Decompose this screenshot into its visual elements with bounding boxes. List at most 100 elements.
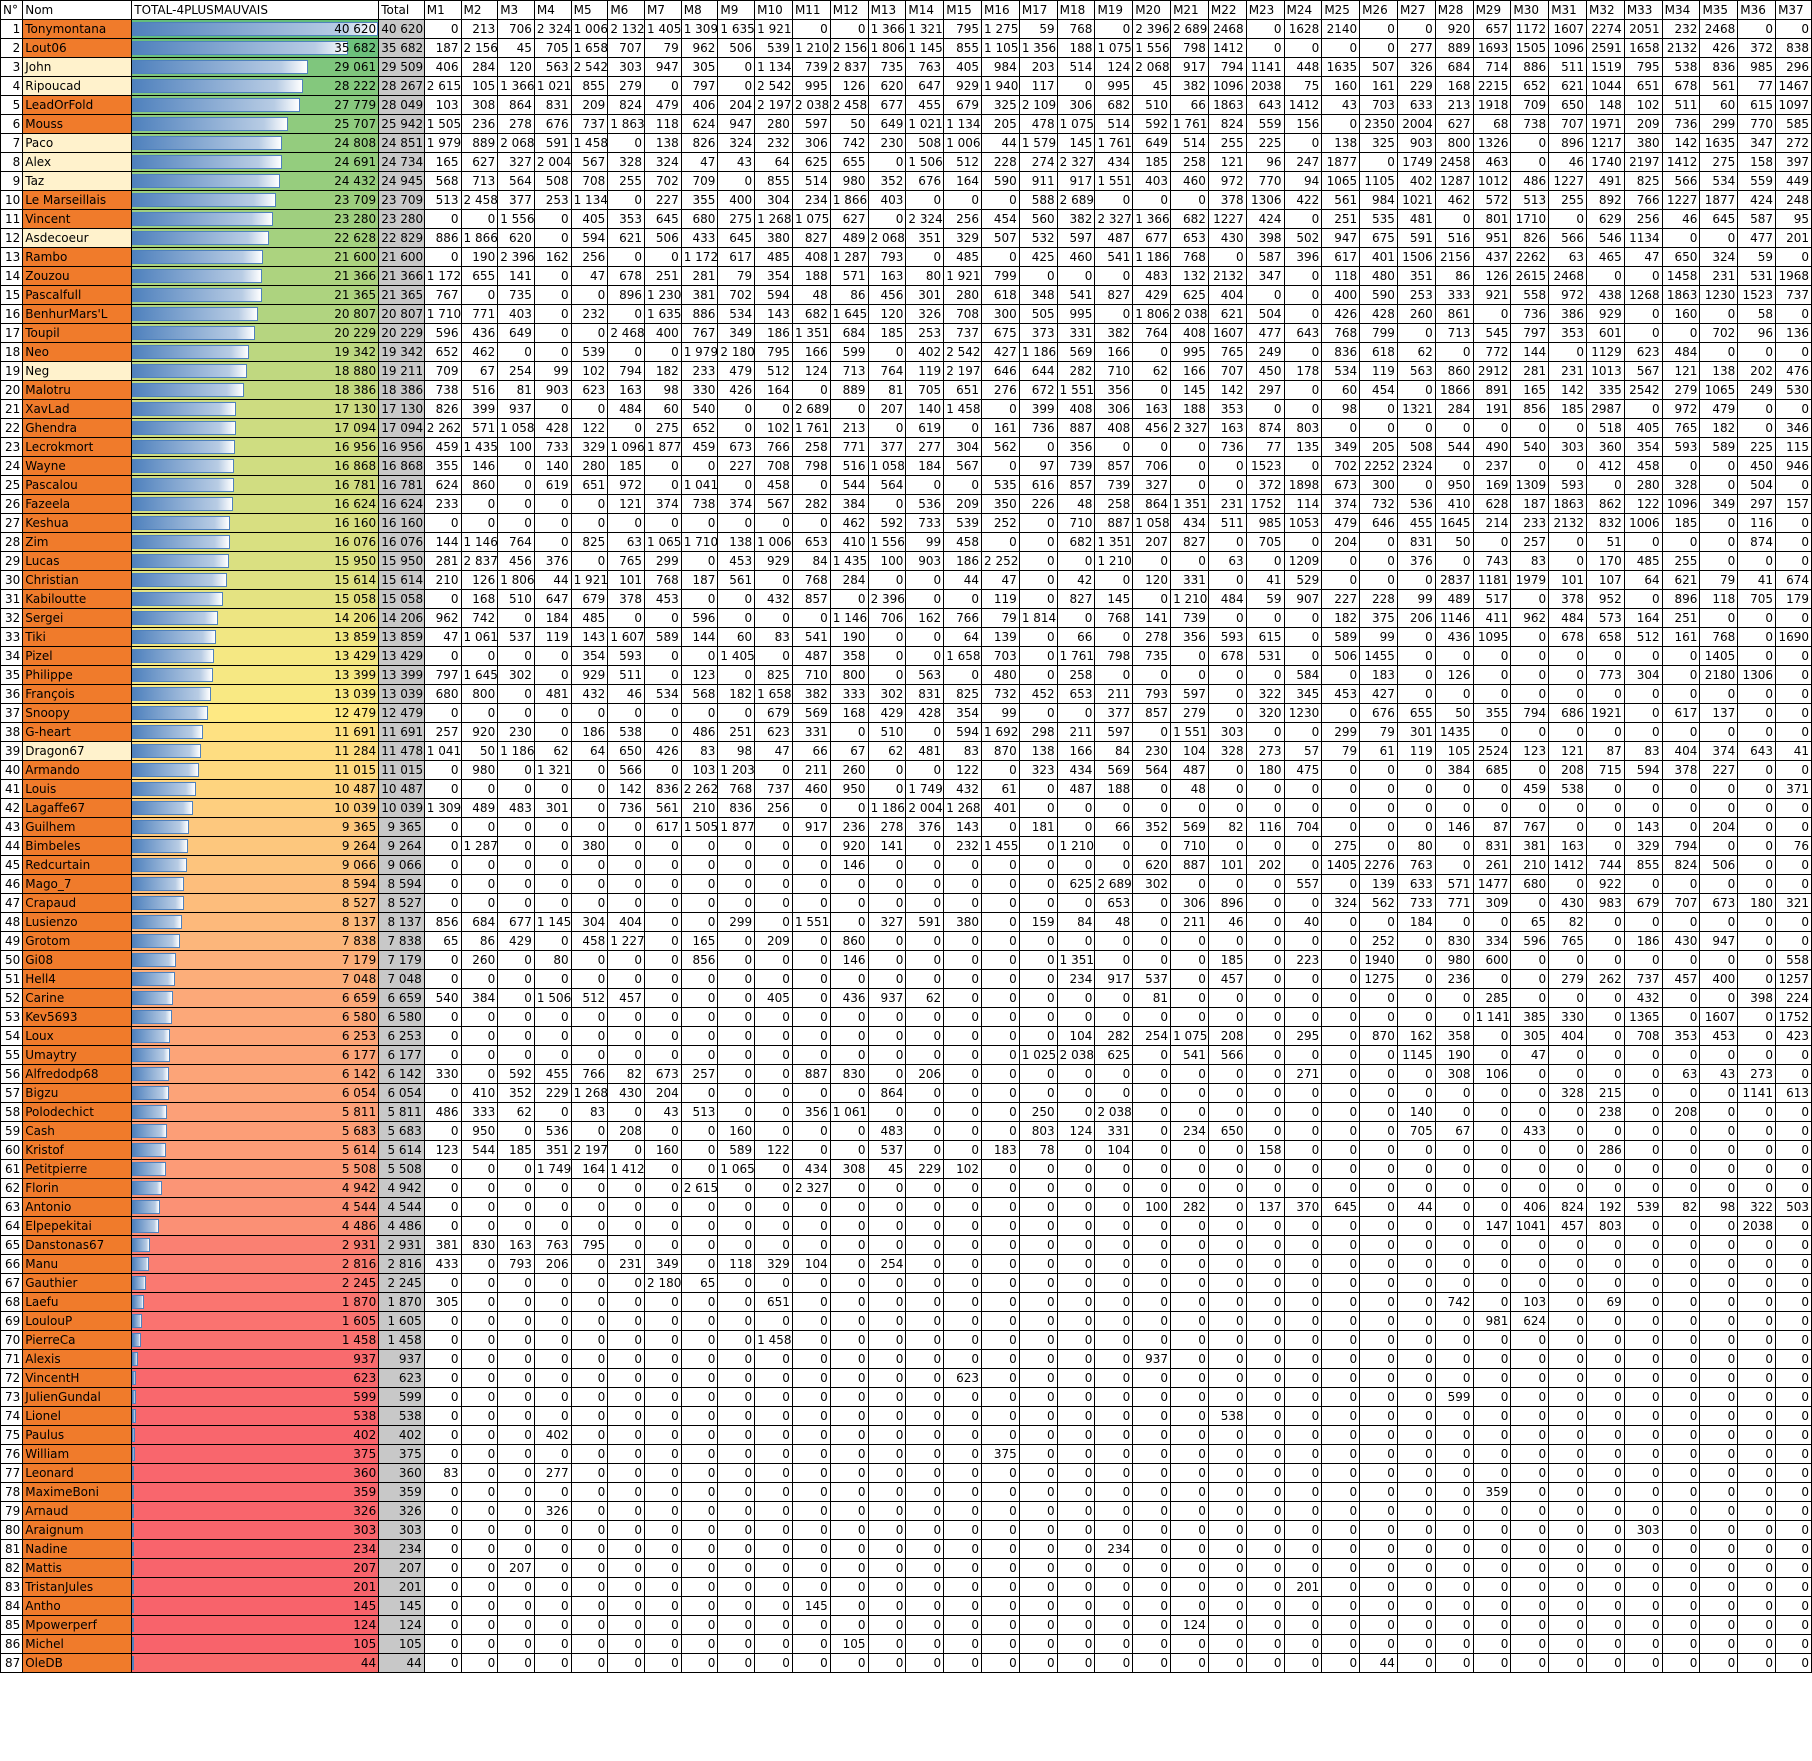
- match-score-cell-m13[interactable]: 141: [867, 836, 907, 856]
- match-score-cell-m28[interactable]: 0: [1434, 1216, 1474, 1236]
- match-score-cell-m35[interactable]: 231: [1699, 266, 1739, 286]
- table-row[interactable]: 2 Lout06 35 682 35 682 187 2 156 45 705 1 658 707…: [0, 38, 1812, 58]
- match-score-cell-m23[interactable]: 398: [1245, 228, 1285, 248]
- match-score-cell-m34[interactable]: 794: [1661, 836, 1701, 856]
- match-score-cell-m22[interactable]: 142: [1207, 380, 1247, 400]
- best-total-cell[interactable]: 10 039: [131, 798, 380, 818]
- match-score-cell-m7[interactable]: 400: [644, 323, 682, 343]
- match-score-cell-m33[interactable]: 0: [1623, 1368, 1663, 1388]
- match-score-cell-m25[interactable]: 0: [1321, 798, 1361, 818]
- match-score-cell-m35[interactable]: 0: [1699, 1463, 1739, 1483]
- match-score-cell-m15[interactable]: 485: [943, 247, 982, 267]
- match-score-cell-m2[interactable]: 0: [460, 1482, 499, 1502]
- match-score-cell-m6[interactable]: 0: [607, 1311, 646, 1331]
- match-score-cell-m9[interactable]: 561: [717, 570, 756, 590]
- match-score-cell-m37[interactable]: 0: [1775, 1349, 1812, 1369]
- table-row[interactable]: 23 Lecrokmort 16 956 16 956 459 1 435 100 733 32…: [0, 437, 1812, 457]
- match-score-cell-m8[interactable]: 0: [680, 1539, 719, 1559]
- match-score-cell-m28[interactable]: 0: [1434, 1425, 1474, 1445]
- match-score-cell-m10[interactable]: 458: [754, 475, 793, 495]
- match-score-cell-m1[interactable]: 1 041: [423, 741, 462, 761]
- match-score-cell-m15[interactable]: 405: [943, 57, 982, 77]
- best-total-cell[interactable]: 13 039: [131, 684, 380, 704]
- best-total-cell[interactable]: 13 429: [131, 646, 380, 666]
- rank-cell[interactable]: 61: [0, 1159, 24, 1179]
- match-score-cell-m3[interactable]: 0: [497, 760, 535, 780]
- total-cell[interactable]: 17 094: [378, 418, 425, 438]
- match-score-cell-m31[interactable]: 386: [1548, 304, 1587, 324]
- match-score-cell-m1[interactable]: 0: [423, 1558, 462, 1578]
- match-score-cell-m16[interactable]: 0: [981, 1463, 1020, 1483]
- match-score-cell-m16[interactable]: 0: [981, 1045, 1020, 1065]
- match-score-cell-m2[interactable]: 0: [460, 1064, 499, 1084]
- match-score-cell-m16[interactable]: 183: [981, 1140, 1020, 1160]
- match-score-cell-m29[interactable]: 0: [1472, 1045, 1512, 1065]
- match-score-cell-m1[interactable]: 83: [423, 1463, 462, 1483]
- match-score-cell-m1[interactable]: 624: [423, 475, 462, 495]
- match-score-cell-m9[interactable]: 0: [717, 931, 756, 951]
- match-score-cell-m2[interactable]: 980: [460, 760, 499, 780]
- match-score-cell-m10[interactable]: 0: [754, 1387, 793, 1407]
- match-score-cell-m27[interactable]: 0: [1396, 779, 1436, 799]
- match-score-cell-m32[interactable]: 0: [1586, 1007, 1625, 1027]
- total-cell[interactable]: 326: [378, 1501, 425, 1521]
- match-score-cell-m6[interactable]: 0: [607, 1406, 646, 1426]
- match-score-cell-m6[interactable]: 0: [607, 1634, 646, 1654]
- best-total-cell[interactable]: 2 245: [131, 1273, 380, 1293]
- match-score-cell-m19[interactable]: 0: [1094, 190, 1134, 210]
- match-score-cell-m2[interactable]: 190: [460, 247, 499, 267]
- match-score-cell-m34[interactable]: 736: [1661, 114, 1701, 134]
- match-score-cell-m3[interactable]: 0: [497, 1330, 535, 1350]
- match-score-cell-m29[interactable]: 0: [1472, 969, 1512, 989]
- match-score-cell-m37[interactable]: 423: [1775, 1026, 1812, 1046]
- match-score-cell-m8[interactable]: 0: [680, 893, 719, 913]
- match-score-cell-m3[interactable]: 864: [497, 95, 535, 115]
- match-score-cell-m33[interactable]: 0: [1623, 1254, 1663, 1274]
- match-score-cell-m13[interactable]: 483: [867, 1121, 907, 1141]
- player-name-cell[interactable]: Antonio: [22, 1197, 133, 1217]
- match-score-cell-m1[interactable]: 0: [423, 1634, 462, 1654]
- match-score-cell-m33[interactable]: 0: [1623, 1140, 1663, 1160]
- match-score-cell-m34[interactable]: 678: [1661, 76, 1701, 96]
- match-score-cell-m9[interactable]: 0: [717, 1444, 756, 1464]
- match-score-cell-m4[interactable]: 0: [533, 1596, 572, 1616]
- player-name-cell[interactable]: Guilhem: [22, 817, 133, 837]
- player-name-cell[interactable]: Pascalou: [22, 475, 133, 495]
- match-score-cell-m3[interactable]: 207: [497, 1558, 535, 1578]
- match-score-cell-m35[interactable]: 137: [1699, 703, 1739, 723]
- match-score-cell-m17[interactable]: 2 109: [1018, 95, 1058, 115]
- match-score-cell-m2[interactable]: 462: [460, 342, 499, 362]
- table-row[interactable]: 42 Lagaffe67 10 039 10 039 1 309 489 483 301 0 73…: [0, 798, 1812, 818]
- match-score-cell-m5[interactable]: 0: [570, 1026, 609, 1046]
- match-score-cell-m31[interactable]: 0: [1548, 1520, 1587, 1540]
- match-score-cell-m37[interactable]: 0: [1775, 1501, 1812, 1521]
- match-score-cell-m8[interactable]: 0: [680, 1197, 719, 1217]
- match-score-cell-m3[interactable]: 0: [497, 703, 535, 723]
- match-score-cell-m7[interactable]: 0: [644, 1558, 682, 1578]
- match-score-cell-m22[interactable]: 430: [1207, 228, 1247, 248]
- match-score-cell-m31[interactable]: 824: [1548, 1197, 1587, 1217]
- match-score-cell-m21[interactable]: 0: [1170, 1159, 1209, 1179]
- match-score-cell-m12[interactable]: 410: [829, 532, 869, 552]
- match-score-cell-m34[interactable]: 621: [1661, 570, 1701, 590]
- rank-cell[interactable]: 67: [0, 1273, 24, 1293]
- match-score-cell-m29[interactable]: 0: [1472, 1406, 1512, 1426]
- match-score-cell-m26[interactable]: 0: [1359, 988, 1398, 1008]
- match-score-cell-m26[interactable]: 0: [1359, 1425, 1398, 1445]
- column-header-m22[interactable]: M22: [1207, 0, 1247, 20]
- match-score-cell-m5[interactable]: 256: [570, 247, 609, 267]
- match-score-cell-m4[interactable]: 0: [533, 1273, 572, 1293]
- match-score-cell-m16[interactable]: 401: [981, 798, 1020, 818]
- match-score-cell-m23[interactable]: 0: [1245, 1121, 1285, 1141]
- match-score-cell-m12[interactable]: 0: [829, 874, 869, 894]
- match-score-cell-m10[interactable]: 0: [754, 893, 793, 913]
- match-score-cell-m17[interactable]: 560: [1018, 209, 1058, 229]
- match-score-cell-m33[interactable]: 0: [1623, 798, 1663, 818]
- match-score-cell-m7[interactable]: 79: [644, 38, 682, 58]
- match-score-cell-m18[interactable]: 0: [1056, 798, 1096, 818]
- match-score-cell-m34[interactable]: 161: [1661, 627, 1701, 647]
- match-score-cell-m28[interactable]: 950: [1434, 475, 1474, 495]
- match-score-cell-m33[interactable]: 567: [1623, 361, 1663, 381]
- match-score-cell-m20[interactable]: 857: [1132, 703, 1172, 723]
- match-score-cell-m26[interactable]: 0: [1359, 1444, 1398, 1464]
